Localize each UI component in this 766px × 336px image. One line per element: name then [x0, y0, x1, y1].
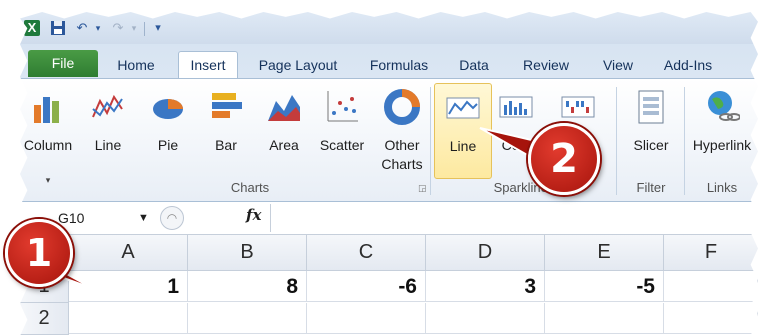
callout-badge-2: 2 — [528, 123, 600, 195]
callout-pointers — [44, 127, 542, 290]
callout-badge-1: 1 — [5, 219, 73, 287]
